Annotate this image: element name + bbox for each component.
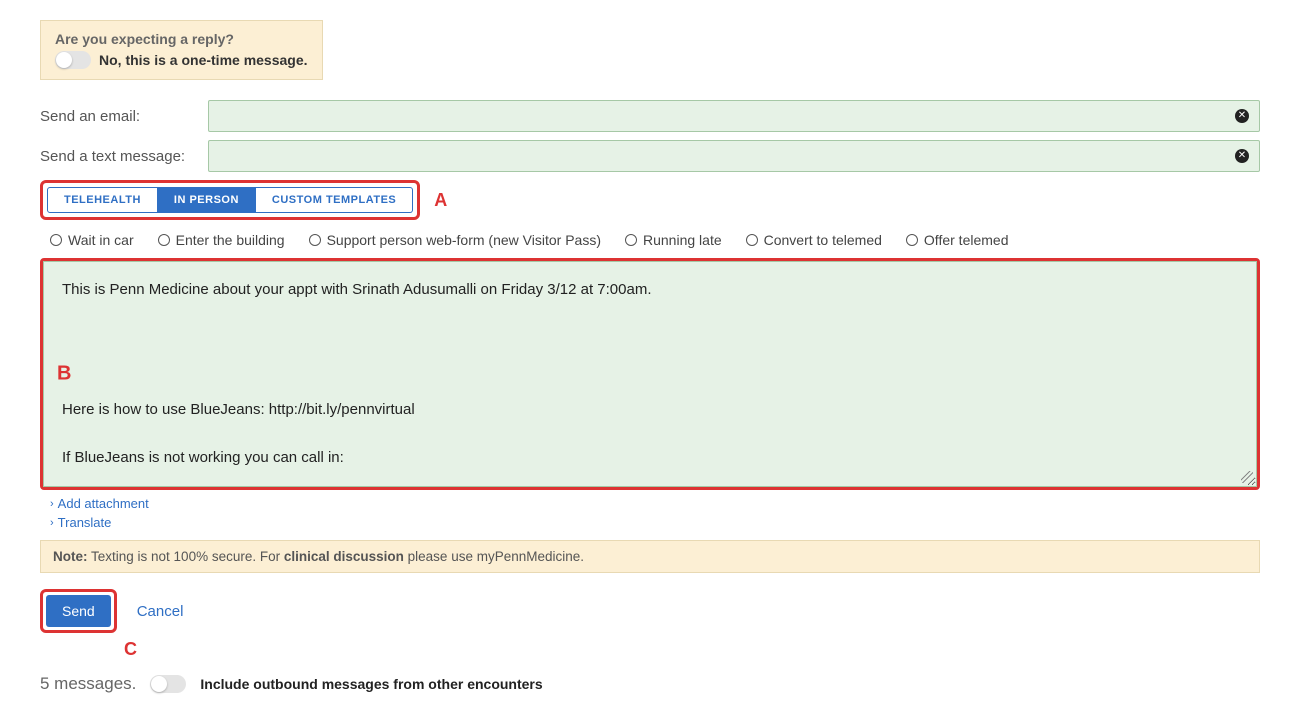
annotation-c: C <box>124 639 1260 660</box>
radio-support-person[interactable]: Support person web-form (new Visitor Pas… <box>309 232 601 248</box>
link-label: Add attachment <box>58 496 149 511</box>
radio-enter-building[interactable]: Enter the building <box>158 232 285 248</box>
radio-convert-telemed[interactable]: Convert to telemed <box>746 232 882 248</box>
reply-expectation-box: Are you expecting a reply? No, this is a… <box>40 20 323 80</box>
add-attachment-link[interactable]: › Add attachment <box>50 496 1250 511</box>
radio-wait-in-car[interactable]: Wait in car <box>50 232 134 248</box>
template-radio-row: Wait in car Enter the building Support p… <box>40 230 1260 258</box>
note-text-1: Texting is not 100% secure. For <box>88 549 284 564</box>
security-note: Note: Texting is not 100% secure. For cl… <box>40 540 1260 573</box>
send-button-highlight: Send <box>40 589 117 633</box>
reply-toggle[interactable] <box>55 51 91 69</box>
message-editor[interactable]: This is Penn Medicine about your appt wi… <box>43 261 1257 487</box>
email-label: Send an email: <box>40 108 200 125</box>
chevron-right-icon: › <box>50 517 54 529</box>
message-editor-wrap: This is Penn Medicine about your appt wi… <box>40 258 1260 490</box>
clear-email-icon[interactable]: ✕ <box>1235 109 1249 123</box>
outbound-toggle-label: Include outbound messages from other enc… <box>200 676 542 692</box>
radio-label: Convert to telemed <box>764 232 882 248</box>
reply-toggle-label: No, this is a one-time message. <box>99 52 308 68</box>
text-label: Send a text message: <box>40 148 200 165</box>
tab-telehealth[interactable]: TELEHEALTH <box>47 187 158 213</box>
radio-label: Enter the building <box>176 232 285 248</box>
tab-in-person[interactable]: IN PERSON <box>158 187 256 213</box>
template-tab-group: TELEHEALTH IN PERSON CUSTOM TEMPLATES <box>40 180 420 220</box>
link-label: Translate <box>58 515 112 530</box>
note-prefix: Note: <box>53 549 88 564</box>
radio-offer-telemed[interactable]: Offer telemed <box>906 232 1009 248</box>
email-input[interactable]: ✕ <box>208 100 1260 132</box>
annotation-a: A <box>434 190 447 211</box>
text-input[interactable]: ✕ <box>208 140 1260 172</box>
radio-label: Wait in car <box>68 232 134 248</box>
radio-label: Running late <box>643 232 722 248</box>
message-count: 5 messages. <box>40 674 136 694</box>
radio-running-late[interactable]: Running late <box>625 232 722 248</box>
clear-text-icon[interactable]: ✕ <box>1235 149 1249 163</box>
cancel-button[interactable]: Cancel <box>133 595 188 628</box>
send-button[interactable]: Send <box>46 595 111 627</box>
tab-custom-templates[interactable]: CUSTOM TEMPLATES <box>256 187 413 213</box>
radio-label: Support person web-form (new Visitor Pas… <box>327 232 601 248</box>
radio-label: Offer telemed <box>924 232 1009 248</box>
translate-link[interactable]: › Translate <box>50 515 1250 530</box>
note-text-2: please use myPennMedicine. <box>404 549 584 564</box>
reply-heading: Are you expecting a reply? <box>55 31 308 47</box>
outbound-toggle[interactable] <box>150 675 186 693</box>
note-bold: clinical discussion <box>284 549 404 564</box>
chevron-right-icon: › <box>50 498 54 510</box>
